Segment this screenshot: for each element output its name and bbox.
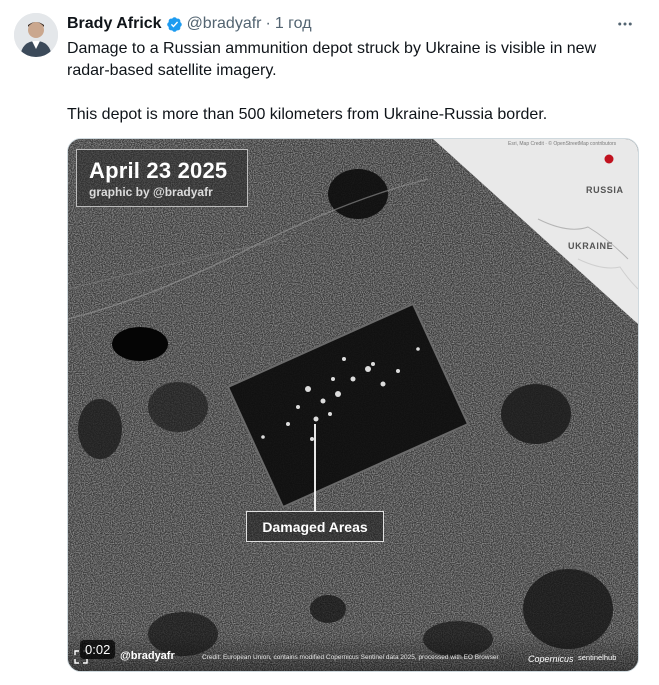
verified-badge-icon — [166, 16, 183, 33]
map-credit: Esri, Map Credit · © OpenStreetMap contr… — [508, 141, 617, 147]
video-timecode: 0:02 — [80, 640, 116, 659]
image-credit: Credit: European Union, contains modifie… — [202, 654, 499, 661]
date-overlay: April 23 2025 graphic by @bradyafr — [76, 149, 248, 207]
author-name[interactable]: Brady Africk — [67, 14, 162, 34]
tweet-paragraph-1: Damage to a Russian ammunition depot str… — [67, 40, 597, 79]
tweet-timestamp[interactable]: 1 год — [275, 14, 312, 34]
tweet-media-video[interactable]: Esri, Map Credit · © OpenStreetMap contr… — [67, 138, 639, 672]
date-title: April 23 2025 — [89, 158, 228, 183]
location-marker-icon — [604, 154, 614, 164]
tweet-paragraph-2: This depot is more than 500 kilometers f… — [67, 106, 548, 123]
avatar-image — [14, 13, 58, 57]
map-label-russia: RUSSIA — [586, 185, 624, 195]
tweet-header: Brady Africk @bradyafr · 1 год — [67, 14, 312, 34]
author-avatar[interactable] — [14, 13, 58, 57]
sentinelhub-logo: sentinelhub — [578, 653, 617, 662]
more-dots-icon[interactable] — [613, 12, 637, 36]
satellite-image — [68, 139, 638, 671]
map-label-ukraine: UKRAINE — [568, 241, 614, 251]
author-handle[interactable]: @bradyafr — [187, 14, 262, 34]
tweet-text: Damage to a Russian ammunition depot str… — [67, 38, 637, 126]
copernicus-logo: Copernicus — [528, 654, 574, 664]
watermark-handle: @bradyafr — [120, 650, 175, 662]
damaged-areas-callout: Damaged Areas — [246, 511, 384, 542]
date-subtitle: graphic by @bradyafr — [89, 185, 213, 199]
separator-dot: · — [265, 15, 271, 32]
